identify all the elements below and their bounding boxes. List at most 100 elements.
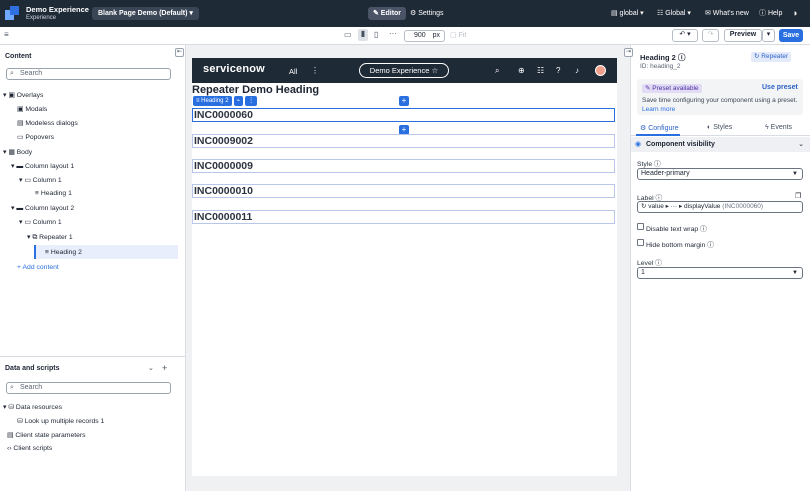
scope-selector[interactable]: ▤ global ▾ — [611, 7, 644, 20]
menu-icon[interactable]: ≡ — [4, 30, 9, 39]
copy-icon[interactable]: ❐ — [795, 192, 801, 200]
more-options-icon[interactable]: ⋮ — [245, 96, 258, 106]
language-selector[interactable]: ☷ Global ▾ — [657, 7, 691, 20]
tab-events[interactable]: ϟ Events — [765, 124, 792, 131]
collapse-config-icon[interactable]: ⇥ — [624, 48, 633, 57]
data-search-input[interactable]: ⌕ Search — [6, 382, 171, 394]
tree-item-modals[interactable]: ▣ Modals — [17, 105, 47, 113]
more-menu-icon[interactable]: ⋮ — [311, 66, 319, 75]
undo-button[interactable]: ↶ ▾ — [672, 29, 698, 42]
info-icon[interactable]: ⓘ — [655, 260, 662, 267]
avatar[interactable] — [595, 65, 606, 76]
tree-item-modeless-dialogs[interactable]: ▤ Modeless dialogs — [17, 119, 78, 127]
selected-component-tag[interactable]: ≡ Heading 2 — [193, 96, 232, 106]
tree-item-heading-1[interactable]: ≡ Heading 1 — [35, 190, 72, 197]
globe-icon[interactable]: ⊕ — [518, 66, 525, 75]
redo-button[interactable]: ↷ — [702, 29, 719, 42]
style-label-text: Style — [637, 161, 653, 168]
expand-icon[interactable]: ▾ — [3, 92, 6, 99]
expand-icon[interactable]: ▾ — [27, 234, 30, 241]
record-heading[interactable]: INC0000011 — [192, 210, 615, 224]
tab-editor[interactable]: ✎ Editor — [368, 7, 407, 20]
dialog-icon: ▤ — [17, 120, 24, 127]
hide-margin-label: Hide bottom margin ⓘ — [646, 239, 714, 249]
nav-all-menu[interactable]: All — [289, 67, 297, 76]
save-button[interactable]: Save — [779, 29, 803, 42]
chat-icon[interactable]: ☷ — [537, 66, 544, 75]
body-icon: ▦ — [8, 149, 15, 156]
info-icon[interactable]: ⓘ — [654, 161, 661, 168]
info-icon[interactable]: ⓘ — [678, 53, 686, 62]
collapse-data-icon[interactable]: ⌄ — [148, 364, 154, 372]
tree-item-column-1b[interactable]: ▾ ▭ Column 1 — [19, 218, 62, 226]
canvas-width-input[interactable]: 900 px — [404, 30, 445, 42]
add-content-link[interactable]: + Add content — [17, 264, 59, 271]
add-data-icon[interactable]: + — [162, 363, 167, 373]
more-devices-icon[interactable]: ··· — [389, 29, 397, 38]
level-select[interactable]: 1 ▼ — [637, 267, 803, 279]
help-icon[interactable]: ? — [556, 66, 560, 75]
eye-icon: ◉ — [635, 141, 642, 148]
preview-button[interactable]: Preview — [724, 29, 762, 42]
tree-item-client-state[interactable]: ▤ Client state parameters — [7, 431, 86, 439]
tree-item-heading-2[interactable]: ≡ Heading 2 — [45, 249, 82, 256]
help-link[interactable]: ⓘ Help — [759, 7, 782, 20]
info-icon[interactable]: ⓘ — [700, 226, 707, 233]
tree-item-popovers[interactable]: ▭ Popovers — [17, 133, 54, 141]
page-selector[interactable]: Blank Page Demo (Default) ▾ — [92, 7, 199, 20]
plus-icon: + — [17, 264, 21, 271]
tree-item-data-resources[interactable]: ▾ ⛁ Data resources — [3, 403, 62, 411]
disable-wrap-checkbox[interactable] — [637, 223, 644, 230]
learn-more-link[interactable]: Learn more — [642, 106, 675, 113]
expand-icon[interactable]: ▾ — [3, 149, 6, 156]
visibility-section-header[interactable]: ◉ Component visibility ⌄ — [631, 137, 810, 152]
mobile-view-icon[interactable]: ▯ — [374, 30, 378, 39]
expand-icon[interactable]: ▾ — [3, 404, 6, 411]
tree-item-column-layout-1[interactable]: ▾ ▬ Column layout 1 — [11, 162, 74, 170]
tab-styles[interactable]: ◐ Styles — [707, 124, 732, 131]
record-heading[interactable]: INC0009002 — [192, 134, 615, 148]
parent-badge[interactable]: ↻ Repeater — [751, 52, 792, 62]
style-select[interactable]: Header-primary ▼ — [637, 168, 803, 180]
expand-icon[interactable]: ▾ — [11, 163, 14, 170]
expand-icon[interactable]: ▾ — [19, 219, 22, 226]
tree-item-body[interactable]: ▾ ▦ Body — [3, 148, 32, 156]
expand-icon[interactable]: ▾ — [19, 177, 22, 184]
content-search-input[interactable]: ⌕ Search — [6, 68, 171, 80]
tree-item-lookup-records[interactable]: ⛁ Look up multiple records 1 — [17, 417, 104, 425]
tree-item-column-layout-2[interactable]: ▾ ▬ Column layout 2 — [11, 204, 74, 212]
tab-settings[interactable]: ⚙ Settings — [410, 7, 444, 20]
tree-item-label: Repeater 1 — [39, 234, 73, 241]
expand-icon[interactable]: ▾ — [11, 205, 14, 212]
label-binding-field[interactable]: ↻ value ▸ ··· ▸ displayValue (INC0000060… — [637, 201, 803, 213]
level-value: 1 — [641, 269, 645, 276]
record-heading[interactable]: INC0000009 — [192, 159, 615, 173]
servicenow-header: servicenow All ⋮ Demo Experience ☆ ⌕ ⊕ ☷… — [192, 58, 617, 83]
tree-item-repeater-1[interactable]: ▾ ⧉ Repeater 1 — [27, 233, 73, 242]
bell-icon[interactable]: ♪ — [575, 66, 579, 75]
record-heading[interactable]: INC0000010 — [192, 184, 615, 198]
whats-new-link[interactable]: ✉ What's new — [705, 7, 749, 20]
tab-configure[interactable]: ⚙ Configure — [640, 124, 679, 132]
heading-icon: ≡ — [35, 190, 39, 197]
search-icon[interactable]: ⌕ — [495, 66, 499, 76]
theme-toggle-icon[interactable]: ◑ — [792, 7, 797, 20]
record-heading[interactable]: INC0000060 — [192, 108, 615, 122]
tablet-view-icon[interactable]: ▮ — [358, 29, 368, 41]
experience-pill[interactable]: Demo Experience ☆ — [359, 63, 449, 78]
tree-item-client-scripts[interactable]: ‹› Client scripts — [7, 445, 52, 452]
preview-menu-button[interactable]: ▾ — [762, 29, 775, 42]
level-label-text: Level — [637, 260, 654, 267]
page-heading[interactable]: Repeater Demo Heading — [192, 84, 319, 96]
tree-item-column-1[interactable]: ▾ ▭ Column 1 — [19, 176, 62, 184]
collapse-panel-icon[interactable]: ⇤ — [175, 48, 184, 57]
tree-item-overlays[interactable]: ▾ ▣ Overlays — [3, 91, 43, 99]
info-icon[interactable]: ⓘ — [707, 242, 714, 249]
add-component-above-icon[interactable]: + — [399, 96, 409, 106]
use-preset-link[interactable]: Use preset — [762, 84, 798, 91]
desktop-view-icon[interactable]: ▭ — [344, 30, 352, 39]
hide-margin-checkbox[interactable] — [637, 239, 644, 246]
preset-tag-label: Preset available — [652, 85, 699, 92]
fit-toggle[interactable]: ▢ Fit — [450, 31, 466, 39]
link-icon[interactable]: ⌁ — [233, 96, 244, 106]
